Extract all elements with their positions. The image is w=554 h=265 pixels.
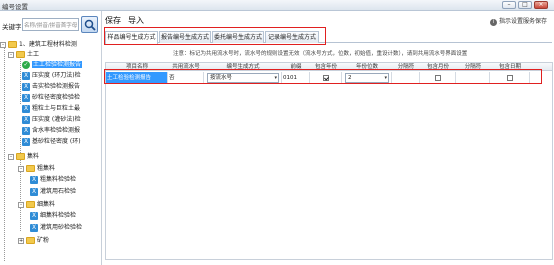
folder-icon	[26, 165, 35, 172]
keyword-label: 关键字	[2, 23, 22, 31]
folder-icon	[26, 201, 35, 208]
tree-node-coarse[interactable]: - 粗集料	[18, 164, 55, 174]
collapse-icon[interactable]: -	[8, 153, 14, 160]
excel-icon: X	[22, 71, 30, 80]
tree-leaf[interactable]: X 灌筑用石检验	[30, 187, 76, 197]
settings-grid: 项目名称 共用流水号 编号生成方式 前缀 包含年份 年份位数 分隔符 包含月份 …	[105, 62, 553, 260]
info-icon: i	[489, 19, 497, 26]
excel-icon: X	[22, 115, 30, 124]
excel-icon: X	[30, 211, 38, 220]
tabs-highlight	[104, 27, 326, 45]
excel-icon: X	[30, 223, 38, 232]
folder-icon	[16, 51, 25, 58]
folder-icon	[26, 237, 35, 244]
collapse-icon[interactable]: -	[0, 41, 6, 48]
collapse-icon[interactable]: -	[18, 165, 24, 172]
excel-icon: X	[30, 175, 38, 184]
left-panel: 关键字 名称/拼音/拼音首字母 -1、建筑工程材料检测 - 土工 ✓ 土工检验检测报…	[0, 11, 102, 265]
tree-leaf[interactable]: X 细集料检验检	[30, 211, 76, 221]
toolbar: 保存 导入	[105, 15, 151, 26]
row-highlight	[104, 69, 542, 84]
tree-leaf[interactable]: X 粗粒土与巨粒土最	[22, 104, 80, 114]
import-button[interactable]: 导入	[128, 16, 144, 25]
minimize-button[interactable]: –	[502, 1, 516, 9]
collapse-icon[interactable]: -	[18, 201, 24, 208]
tree-node-soil[interactable]: - 土工	[8, 50, 39, 60]
save-button[interactable]: 保存	[105, 16, 121, 25]
tree-leaf[interactable]: X 砂粒径密度检验检	[22, 93, 80, 103]
tree-leaf[interactable]: X 灌筑用砂检验检	[30, 223, 82, 233]
tree-leaf-soil-report[interactable]: ✓ 土工检验检测报告	[22, 60, 83, 70]
title-bar: 编号设置 – □ ×	[0, 0, 554, 11]
search-icon	[84, 19, 96, 31]
tip-link[interactable]: i 指示设置服务保存	[489, 16, 547, 26]
tree-node-aggregate[interactable]: - 集料	[8, 152, 39, 162]
excel-icon: X	[22, 126, 30, 135]
check-icon: ✓	[22, 60, 30, 69]
expand-icon[interactable]: +	[18, 237, 24, 244]
collapse-icon[interactable]: -	[8, 51, 14, 58]
maximize-button[interactable]: □	[518, 1, 532, 9]
close-button[interactable]: ×	[534, 1, 548, 9]
excel-icon: X	[22, 104, 30, 113]
search-button[interactable]	[81, 16, 98, 33]
excel-icon: X	[22, 137, 30, 146]
tree-leaf[interactable]: X 基砂粒径密度 (环)	[22, 137, 81, 147]
tree-leaf[interactable]: X 击实检验检测报告	[22, 82, 80, 92]
excel-icon: X	[22, 93, 30, 102]
excel-icon: X	[30, 187, 38, 196]
search-input[interactable]: 名称/拼音/拼音首字母	[22, 18, 79, 31]
window-title: 编号设置	[2, 3, 28, 11]
folder-icon	[16, 153, 25, 160]
right-panel: 保存 导入 i 指示设置服务保存 样品编号生成方式 报告编号生成方式 委托编号生成方…	[103, 11, 554, 265]
tree-node-fine[interactable]: - 细集料	[18, 200, 55, 210]
tree-leaf[interactable]: X 粗集料检验检	[30, 175, 76, 185]
tree-leaf[interactable]: X 压实度 (灌砂法)检	[22, 115, 81, 125]
tree-leaf[interactable]: X 压实度 (环刀法)检	[22, 71, 81, 81]
tree-leaf[interactable]: X 含水率检验检测报	[22, 126, 80, 136]
tree-node-root[interactable]: -1、建筑工程材料检测	[0, 40, 77, 50]
folder-icon	[8, 41, 17, 48]
note-text: 注意：标记为共用流水号时，流水号的规则设置无效（流水号方式，位数，初始值，重设计…	[173, 51, 468, 57]
excel-icon: X	[22, 82, 30, 91]
tree-node-mineral[interactable]: + 矿粉	[18, 236, 49, 246]
